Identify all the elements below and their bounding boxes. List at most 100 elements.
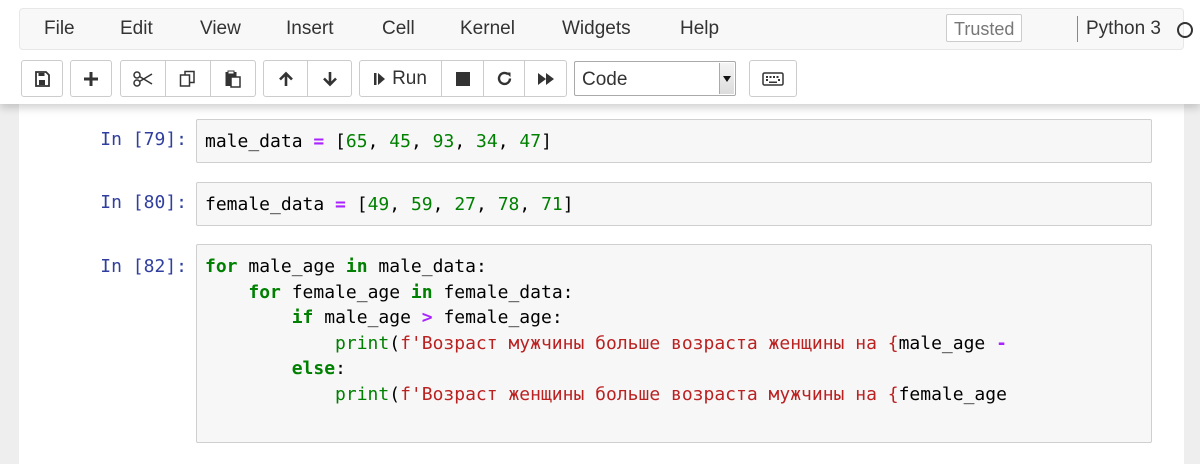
code-token: , <box>367 131 390 152</box>
code-token: male_data: <box>367 256 487 277</box>
insert-cell-button[interactable] <box>71 61 111 96</box>
keyboard-icon <box>762 71 784 86</box>
input-prompt: In [79]: <box>100 129 187 150</box>
menu-widgets[interactable]: Widgets <box>562 9 631 49</box>
code-line: print(f'Возраст женщины больше возраста … <box>205 382 1007 407</box>
fast-forward-icon <box>537 72 554 85</box>
move-up-button[interactable] <box>264 61 308 96</box>
code-line: female_data = [49, 59, 27, 78, 71] <box>205 192 574 217</box>
restart-button[interactable] <box>484 61 525 96</box>
input-prompt: In [80]: <box>100 192 187 213</box>
code-token: 49 <box>367 194 390 215</box>
run-group: Run <box>359 60 567 97</box>
menu-view[interactable]: View <box>200 9 241 49</box>
command-palette-group <box>749 60 797 97</box>
kernel-name: Python 3 <box>1086 18 1161 39</box>
copy-button[interactable] <box>166 61 211 96</box>
code-token: for <box>205 256 238 277</box>
code-token: 47 <box>519 131 542 152</box>
code-token: ] <box>541 131 552 152</box>
stop-icon <box>455 71 470 86</box>
code-line: print(f'Возраст мужчины больше возраста … <box>205 331 1007 356</box>
code-token: 59 <box>410 194 433 215</box>
code-editor[interactable]: male_data = [65, 45, 93, 34, 47] <box>196 119 1152 163</box>
code-token: f'Возраст мужчины больше возраста женщин… <box>400 333 899 354</box>
code-line: male_data = [65, 45, 93, 34, 47] <box>205 129 552 154</box>
save-group <box>21 60 63 97</box>
code-token: in <box>345 256 368 277</box>
code-token: ( <box>389 333 401 354</box>
code-token: [ <box>345 194 368 215</box>
code-token: 45 <box>389 131 411 152</box>
chevron-down-icon <box>719 63 734 94</box>
interrupt-button[interactable] <box>442 61 484 96</box>
save-icon <box>35 70 50 87</box>
code-line: for male_age in male_data: <box>205 254 487 279</box>
kernel-idle-indicator-icon <box>1177 22 1193 38</box>
menu-file[interactable]: File <box>44 9 75 49</box>
code-editor[interactable]: female_data = [49, 59, 27, 78, 71] <box>196 182 1152 226</box>
code-token: female_data: <box>432 282 574 303</box>
code-cell[interactable]: In [82]: for male_age in male_data: for … <box>19 244 1184 444</box>
scissors-icon <box>133 70 153 87</box>
save-button[interactable] <box>22 61 62 96</box>
code-editor[interactable]: for male_age in male_data: for female_ag… <box>196 244 1152 443</box>
menu-cell[interactable]: Cell <box>382 9 415 49</box>
menu-insert[interactable]: Insert <box>286 9 334 49</box>
code-token: : <box>335 358 346 379</box>
code-token: = <box>313 131 325 152</box>
copy-icon <box>179 70 195 87</box>
code-token: female_age: <box>432 307 563 328</box>
code-token: 27 <box>454 194 477 215</box>
code-token: male_age <box>313 307 422 328</box>
menu-edit[interactable]: Edit <box>120 9 153 49</box>
arrow-up-icon <box>278 71 293 86</box>
cut-button[interactable] <box>121 61 166 96</box>
code-token: 34 <box>476 131 498 152</box>
notebook-header: File Edit View Insert Cell Kernel Widget… <box>0 0 1200 104</box>
code-token: 71 <box>541 194 563 215</box>
code-token: if <box>291 307 314 328</box>
code-token: ( <box>389 384 401 405</box>
code-token: > <box>421 307 433 328</box>
code-token: , <box>410 131 433 152</box>
code-token: , <box>497 131 520 152</box>
move-group <box>263 60 352 97</box>
code-token: f'Возраст женщины больше возраста мужчин… <box>400 384 899 405</box>
code-cell[interactable]: In [80]: female_data = [49, 59, 27, 78, … <box>19 182 1184 228</box>
code-token: else <box>291 358 336 379</box>
code-token: for <box>248 282 281 303</box>
run-button[interactable]: Run <box>360 61 442 96</box>
code-line: for female_age in female_data: <box>205 280 574 305</box>
clipboard-group <box>120 60 256 97</box>
restart-run-all-button[interactable] <box>525 61 566 96</box>
kernel-divider <box>1077 16 1078 42</box>
paste-icon <box>225 70 241 88</box>
arrow-down-icon <box>322 71 337 86</box>
paste-button[interactable] <box>211 61 255 96</box>
cell-type-select[interactable]: Code <box>574 61 736 96</box>
move-down-button[interactable] <box>308 61 351 96</box>
code-cell[interactable]: In [79]: male_data = [65, 45, 93, 34, 47… <box>19 119 1184 165</box>
restart-icon <box>497 71 511 86</box>
code-token: [ <box>324 131 346 152</box>
code-token: print <box>335 384 390 405</box>
code-token: male_age <box>237 256 346 277</box>
menu-kernel[interactable]: Kernel <box>460 9 515 49</box>
cell-type-value: Code <box>582 69 628 90</box>
code-token: 78 <box>497 194 520 215</box>
command-palette-button[interactable] <box>750 61 796 96</box>
code-line: if male_age > female_age: <box>205 305 563 330</box>
code-token: female_age <box>898 384 1007 405</box>
trusted-badge[interactable]: Trusted <box>946 14 1023 42</box>
code-token: = <box>335 194 346 215</box>
code-token: - <box>996 333 1007 354</box>
insert-group <box>70 60 112 97</box>
code-token: male_age <box>898 333 997 354</box>
menu-help[interactable]: Help <box>680 9 719 49</box>
code-token: , <box>519 194 542 215</box>
code-line: else: <box>205 356 346 381</box>
